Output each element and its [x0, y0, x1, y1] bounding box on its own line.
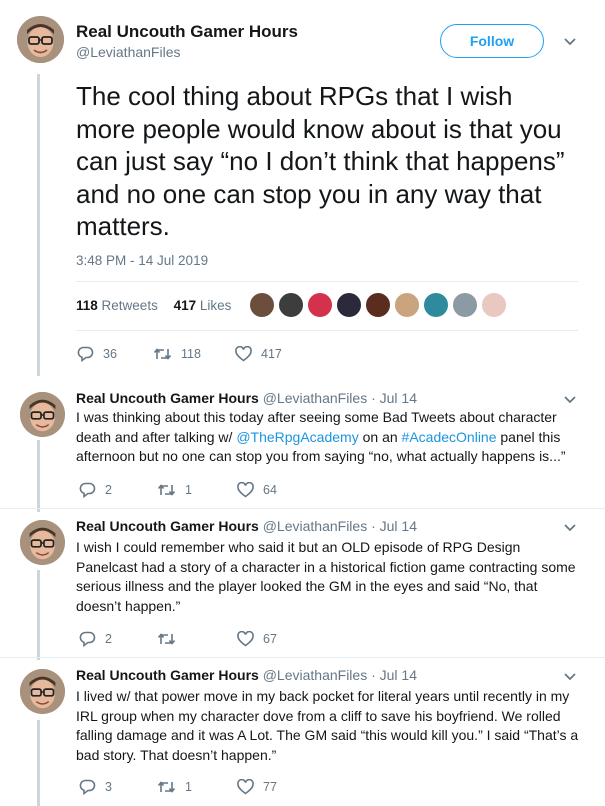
likes-label[interactable]: Likes: [200, 298, 232, 313]
reply-text-segment: I lived w/ that power move in my back po…: [76, 688, 579, 763]
reply-button[interactable]: 36: [77, 346, 153, 362]
heart-icon: [235, 346, 252, 362]
retweet-icon: [157, 633, 176, 645]
like-button[interactable]: 77: [237, 779, 277, 795]
like-button[interactable]: 417: [235, 346, 282, 362]
divider: [76, 281, 578, 282]
reply-author-name[interactable]: Real Uncouth Gamer Hours: [76, 518, 259, 534]
reply-handle-date[interactable]: @LeviathanFiles · Jul 14: [263, 390, 417, 406]
like-count: 77: [263, 780, 277, 794]
reply-header: Real Uncouth Gamer Hours @LeviathanFiles…: [76, 667, 417, 683]
chevron-down-icon[interactable]: [563, 37, 577, 47]
hashtag-link[interactable]: #AcadecOnline: [402, 429, 497, 445]
mention-link[interactable]: @TheRpgAcademy: [236, 429, 358, 445]
tweet-stats: 118 Retweets 417 Likes: [76, 298, 231, 313]
reply-text: I wish I could remember who said it but …: [76, 538, 581, 616]
reply-actions: 2 1 64: [79, 482, 277, 498]
reply-header: Real Uncouth Gamer Hours @LeviathanFiles…: [76, 518, 417, 534]
tweet-timestamp[interactable]: 3:48 PM - 14 Jul 2019: [76, 253, 208, 268]
like-button[interactable]: 64: [237, 482, 277, 498]
thread-line: [37, 570, 40, 660]
heart-icon: [237, 631, 254, 647]
reply-text-segment: on an: [358, 428, 402, 445]
divider: [76, 330, 578, 331]
follow-button[interactable]: Follow: [440, 24, 544, 58]
retweets-label[interactable]: Retweets: [102, 298, 158, 313]
liker-avatar[interactable]: [481, 292, 507, 318]
reply-text: I lived w/ that power move in my back po…: [76, 687, 581, 765]
liker-avatars: [249, 292, 510, 318]
reply-handle-date[interactable]: @LeviathanFiles · Jul 14: [263, 518, 417, 534]
chevron-down-icon[interactable]: [563, 523, 577, 533]
reply-button[interactable]: 3: [79, 779, 157, 795]
reply-button[interactable]: 2: [79, 631, 157, 647]
liker-avatar[interactable]: [249, 292, 275, 318]
reply-icon: [77, 346, 94, 362]
avatar[interactable]: [20, 520, 65, 565]
reply-count: 2: [105, 632, 112, 646]
avatar[interactable]: [20, 669, 65, 714]
thread-line: [37, 720, 40, 806]
liker-avatar[interactable]: [336, 292, 362, 318]
retweet-button[interactable]: 1: [157, 780, 237, 794]
retweet-icon: [157, 484, 176, 496]
thread-line: [37, 74, 40, 376]
retweet-button[interactable]: 118: [153, 347, 235, 361]
reply-actions: 3 1 77: [79, 779, 277, 795]
reply-text: I was thinking about this today after se…: [76, 408, 581, 467]
like-count: 67: [263, 632, 277, 646]
reply-icon: [79, 779, 96, 795]
like-button[interactable]: 67: [237, 631, 277, 647]
liker-avatar[interactable]: [365, 292, 391, 318]
reply-author-name[interactable]: Real Uncouth Gamer Hours: [76, 667, 259, 683]
retweet-count: 118: [181, 347, 201, 361]
retweet-count: 1: [185, 483, 192, 497]
reply-icon: [79, 631, 96, 647]
reply-icon: [79, 482, 96, 498]
like-count: 64: [263, 483, 277, 497]
avatar[interactable]: [17, 16, 64, 63]
liker-avatar[interactable]: [278, 292, 304, 318]
reply-count: 2: [105, 483, 112, 497]
reply-author-name[interactable]: Real Uncouth Gamer Hours: [76, 390, 259, 406]
author-name[interactable]: Real Uncouth Gamer Hours: [76, 22, 298, 42]
chevron-down-icon[interactable]: [563, 395, 577, 405]
thread-line: [37, 440, 40, 512]
chevron-down-icon[interactable]: [563, 672, 577, 682]
heart-icon: [237, 482, 254, 498]
reply-handle-date[interactable]: @LeviathanFiles · Jul 14: [263, 667, 417, 683]
retweet-button[interactable]: 1: [157, 483, 237, 497]
retweet-icon: [153, 348, 172, 360]
divider: [0, 657, 605, 658]
retweets-count[interactable]: 118: [76, 298, 98, 313]
reply-actions: 2 67: [79, 631, 277, 647]
author-handle[interactable]: @LeviathanFiles: [76, 44, 181, 60]
tweet-actions: 36 118 417: [77, 346, 282, 362]
reply-text-segment: I wish I could remember who said it but …: [76, 539, 576, 614]
liker-avatar[interactable]: [394, 292, 420, 318]
liker-avatar[interactable]: [452, 292, 478, 318]
reply-button[interactable]: 2: [79, 482, 157, 498]
reply-count: 3: [105, 780, 112, 794]
reply-count: 36: [103, 347, 117, 361]
divider: [0, 508, 605, 509]
heart-icon: [237, 779, 254, 795]
likes-count[interactable]: 417: [174, 298, 197, 313]
reply-header: Real Uncouth Gamer Hours @LeviathanFiles…: [76, 390, 417, 406]
liker-avatar[interactable]: [307, 292, 333, 318]
tweet-text: The cool thing about RPGs that I wish mo…: [76, 81, 565, 241]
retweet-button[interactable]: [157, 632, 237, 646]
like-count: 417: [261, 347, 282, 361]
avatar[interactable]: [20, 392, 65, 437]
liker-avatar[interactable]: [423, 292, 449, 318]
retweet-count: 1: [185, 780, 192, 794]
retweet-icon: [157, 781, 176, 793]
